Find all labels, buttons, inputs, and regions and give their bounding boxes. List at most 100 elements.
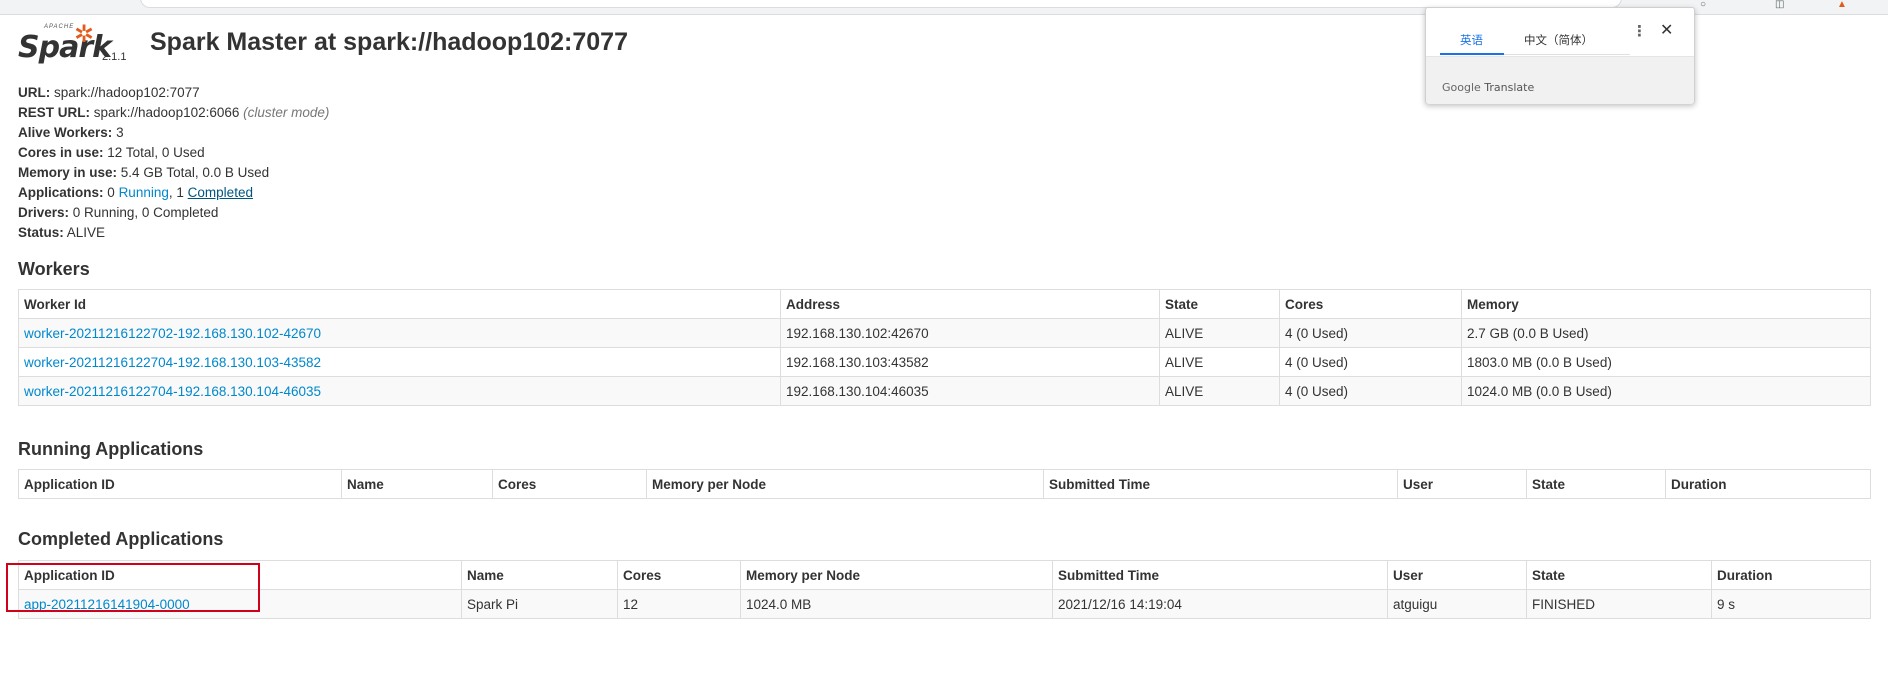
bookmark-icon[interactable]: ◫ [1775,0,1784,10]
col-cores[interactable]: Cores [492,469,647,499]
memory-value: 5.4 GB Total, 0.0 B Used [120,165,270,180]
duration-cell: 9 s [1711,589,1871,619]
running-apps-heading: Running Applications [18,439,204,459]
tab-target-language[interactable]: 中文（简体） [1524,32,1593,48]
workers-heading: Workers [18,259,90,279]
rest-url-label: REST URL: [18,105,90,120]
worker-id-cell: worker-20211216122702-192.168.130.102-42… [18,318,781,348]
status-label: Status: [18,225,64,240]
summary-rest-url: REST URL: spark://hadoop102:6066 (cluste… [18,103,329,123]
state-cell: FINISHED [1526,589,1712,619]
summary-cores: Cores in use: 12 Total, 0 Used [18,143,329,163]
spark-logo[interactable]: APACHE Spark ✲ 2.1.1 [18,21,138,70]
drivers-label: Drivers: [18,205,70,220]
memory-label: Memory in use: [18,165,118,180]
more-options-icon[interactable]: ⋮ [1632,22,1647,40]
running-header-row: Application ID Name Cores Memory per Nod… [18,469,1871,499]
address-bar[interactable] [140,0,1622,8]
workers-table: Worker Id Address State Cores Memory wor… [18,289,1871,406]
translate-wordmark: Translate [1484,81,1535,94]
col-duration[interactable]: Duration [1711,560,1871,590]
summary-applications: Applications: 0 Running, 1 Completed [18,183,329,203]
col-worker-id[interactable]: Worker Id [18,289,781,319]
state-cell: ALIVE [1159,347,1280,377]
memory-cell: 1803.0 MB (0.0 B Used) [1461,347,1871,377]
col-application-id[interactable]: Application ID [18,469,342,499]
extension-icon[interactable]: ○ [1700,0,1706,10]
col-cores[interactable]: Cores [617,560,741,590]
col-memory[interactable]: Memory [1461,289,1871,319]
col-state[interactable]: State [1159,289,1280,319]
submitted-time-cell: 2021/12/16 14:19:04 [1052,589,1388,619]
address-cell: 192.168.130.103:43582 [780,347,1160,377]
cores-value: 12 Total, 0 Used [107,145,205,160]
translate-footer: Google Translate [1426,56,1694,104]
spark-star-icon: ✲ [74,21,95,48]
cores-cell: 4 (0 Used) [1279,347,1462,377]
col-user[interactable]: User [1387,560,1527,590]
state-cell: ALIVE [1159,376,1280,406]
url-label: URL: [18,85,51,100]
col-user[interactable]: User [1397,469,1527,499]
summary-status: Status: ALIVE [18,223,329,243]
col-name[interactable]: Name [461,560,618,590]
col-duration[interactable]: Duration [1665,469,1871,499]
worker-id-cell: worker-20211216122704-192.168.130.104-46… [18,376,781,406]
address-cell: 192.168.130.104:46035 [780,376,1160,406]
memory-cell: 1024.0 MB (0.0 B Used) [1461,376,1871,406]
worker-link[interactable]: worker-20211216122704-192.168.130.103-43… [24,355,321,370]
worker-link[interactable]: worker-20211216122702-192.168.130.102-42… [24,326,321,341]
active-tab-indicator [1440,53,1504,55]
close-icon[interactable]: ✕ [1660,20,1673,39]
summary-drivers: Drivers: 0 Running, 0 Completed [18,203,329,223]
applications-label: Applications: [18,185,104,200]
worker-link[interactable]: worker-20211216122704-192.168.130.104-46… [24,384,321,399]
summary-memory: Memory in use: 5.4 GB Total, 0.0 B Used [18,163,329,183]
memory-per-node-cell: 1024.0 MB [740,589,1053,619]
summary-url: URL: spark://hadoop102:7077 [18,83,329,103]
completed-apps-link[interactable]: Completed [188,185,253,200]
tab-source-language[interactable]: 英语 [1460,32,1483,48]
summary-alive-workers: Alive Workers: 3 [18,123,329,143]
col-submitted-time[interactable]: Submitted Time [1052,560,1388,590]
col-submitted-time[interactable]: Submitted Time [1043,469,1398,499]
google-translate-brand: Google Translate [1442,81,1534,94]
cores-cell: 4 (0 Used) [1279,376,1462,406]
drivers-value: 0 Running, 0 Completed [72,205,219,220]
annotation-highlight-box [6,563,260,612]
cores-label: Cores in use: [18,145,104,160]
col-name[interactable]: Name [341,469,493,499]
state-cell: ALIVE [1159,318,1280,348]
apps-separator: , [168,185,173,200]
page-title: Spark Master at spark://hadoop102:7077 [150,28,628,56]
completed-apps-table: Application ID Name Cores Memory per Nod… [18,560,1871,619]
status-value: ALIVE [66,225,106,240]
col-address[interactable]: Address [780,289,1160,319]
page-header: APACHE Spark ✲ 2.1.1 Spark Master at spa… [18,21,1418,70]
col-state[interactable]: State [1526,560,1712,590]
rest-url-value: spark://hadoop102:6066 [93,105,240,120]
url-value: spark://hadoop102:7077 [54,85,200,100]
user-cell: atguigu [1387,589,1527,619]
running-apps-link[interactable]: Running [119,185,169,200]
completed-count: 1 [176,185,184,200]
memory-cell: 2.7 GB (0.0 B Used) [1461,318,1871,348]
col-cores[interactable]: Cores [1279,289,1462,319]
completed-apps-heading: Completed Applications [18,529,224,549]
logo-spark-text: Spark [18,30,112,65]
cores-cell: 4 (0 Used) [1279,318,1462,348]
running-count: 0 [107,185,115,200]
alive-workers-value: 3 [116,125,124,140]
table-row: worker-20211216122704-192.168.130.104-46… [18,376,1871,406]
completed-header-row: Application ID Name Cores Memory per Nod… [18,560,1871,590]
col-state[interactable]: State [1526,469,1666,499]
worker-id-cell: worker-20211216122704-192.168.130.103-43… [18,347,781,377]
alive-workers-label: Alive Workers: [18,125,113,140]
col-memory-per-node[interactable]: Memory per Node [646,469,1044,499]
col-memory-per-node[interactable]: Memory per Node [740,560,1053,590]
workers-header-row: Worker Id Address State Cores Memory [18,289,1871,319]
table-row: worker-20211216122704-192.168.130.103-43… [18,347,1871,377]
cluster-summary: URL: spark://hadoop102:7077 REST URL: sp… [18,83,329,243]
profile-icon[interactable]: ▲ [1837,0,1847,10]
address-cell: 192.168.130.102:42670 [780,318,1160,348]
